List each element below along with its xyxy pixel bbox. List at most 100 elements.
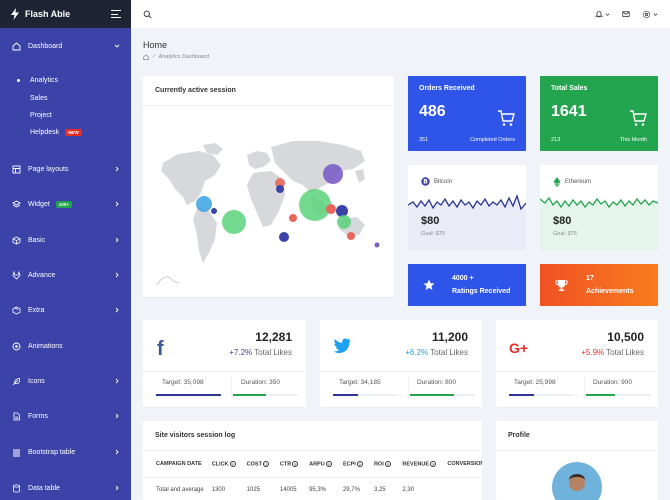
orders-received-card: Orders Received 486 351 Completed Orders	[408, 76, 526, 151]
social-label: Total Likes	[254, 348, 292, 357]
twitter-stats-card: 11,200 +6.2% Total Likes Target: 34,185 …	[320, 320, 482, 407]
sidebar-item-forms[interactable]: Forms	[0, 407, 131, 425]
messages-button[interactable]	[622, 10, 630, 18]
breadcrumb-current: Analytics Dashboard	[158, 54, 209, 60]
duration-label: Duration: 900	[593, 379, 633, 386]
bell-icon	[595, 11, 603, 18]
chevron-right-icon	[115, 449, 119, 455]
help-icon: ?	[430, 460, 436, 467]
sidebar-item-dashboard[interactable]: Dashboard	[0, 37, 131, 55]
total-sales-card: Total Sales 1641 213 This Month	[540, 76, 658, 151]
column-header: CONVERSIONS	[447, 460, 482, 467]
ethereum-sparkline	[540, 196, 658, 250]
progress-fill	[586, 394, 616, 396]
help-icon: ?	[292, 460, 299, 467]
card-title: Currently active session	[143, 76, 394, 106]
sidebar-item-widget[interactable]: Widget 100+	[0, 195, 131, 213]
sidebar-item-bootstrap-table[interactable]: Bootstrap table	[0, 443, 131, 461]
chevron-right-icon	[115, 485, 119, 491]
coin-price: $80	[553, 215, 572, 227]
brand-bar: Flash Able	[0, 0, 131, 28]
breadcrumb: Home / Analytics Dashboard	[143, 40, 209, 60]
card-title: Total Sales	[551, 85, 588, 92]
column-header: REVENUE?	[398, 451, 443, 477]
target-label: Target: 34,185	[339, 379, 381, 386]
duration-label: Duration: 350	[241, 379, 281, 386]
sales-count: 213	[551, 137, 561, 143]
session-log-table: CAMPAIGN DATE CLICK? COST? CTR? ARPU? EC…	[143, 451, 482, 500]
breadcrumb-separator: /	[153, 54, 155, 60]
session-bubbles	[196, 164, 380, 248]
subitem-label: Project	[30, 111, 52, 119]
table-cell: 14005	[275, 476, 306, 500]
table-cell: 2,30	[398, 476, 444, 500]
target-label: Target: 25,998	[514, 379, 556, 386]
home-icon[interactable]	[143, 54, 149, 60]
progress-fill	[233, 394, 266, 396]
chevron-right-icon	[115, 272, 119, 278]
progress-fill	[156, 394, 221, 396]
sidebar-subitem-helpdesk[interactable]: Helpdesk NEW	[0, 125, 131, 139]
card-title: Orders Received	[419, 85, 475, 92]
subitem-label: Sales	[30, 94, 48, 102]
new-badge: NEW	[65, 128, 82, 136]
column-label: REVENUE	[402, 460, 429, 467]
duration-progress	[410, 394, 475, 396]
column-header: CTR?	[276, 451, 305, 477]
table-cell: 1025	[242, 476, 276, 500]
sidebar-item-label: Data table	[28, 484, 60, 492]
hamburger-menu-icon[interactable]	[111, 10, 121, 18]
help-icon: ?	[262, 460, 269, 467]
social-change: +6.2%	[405, 348, 429, 357]
facebook-stats-card: f 12,281 +7.2% Total Likes Target: 35,09…	[143, 320, 306, 407]
settings-dropdown[interactable]	[642, 10, 658, 19]
brand-name: Flash Able	[25, 9, 71, 19]
sidebar-item-animations[interactable]: Animations	[0, 337, 131, 355]
sidebar-item-extra[interactable]: Extra	[0, 301, 131, 319]
table-cell: 3,25	[369, 476, 399, 500]
social-label: Total Likes	[430, 348, 468, 357]
ratings-card: 4000 + Ratings Received	[408, 264, 526, 306]
google-plus-icon: G+	[509, 340, 529, 356]
column-header: ECPI?	[339, 451, 370, 477]
sidebar-item-page-layouts[interactable]: Page layouts	[0, 160, 131, 178]
help-icon: ?	[356, 460, 363, 467]
sidebar-item-data-table[interactable]: Data table	[0, 479, 131, 497]
column-header: ARPU?	[305, 451, 339, 477]
sidebar-item-advance[interactable]: Advance	[0, 266, 131, 284]
subitem-label: Helpdesk	[30, 128, 60, 136]
bitcoin-card: B Bitcoin $80 Goal: $75	[408, 165, 526, 250]
notifications-dropdown[interactable]	[595, 10, 610, 18]
orders-count: 351	[419, 137, 429, 143]
sidebar-subitem-project[interactable]: Project	[0, 108, 131, 122]
sidebar-item-icons[interactable]: Icons	[0, 372, 131, 390]
search-icon[interactable]	[143, 10, 152, 19]
sidebar-item-label: Icons	[28, 377, 45, 385]
card-title: Site visitors session log	[143, 421, 482, 451]
coin-goal: Goal: $75	[421, 231, 445, 237]
sidebar-subitem-sales[interactable]: Sales	[0, 91, 131, 105]
duration-progress	[586, 394, 651, 396]
sidebar-item-label: Forms	[28, 412, 48, 420]
chevron-right-icon	[115, 201, 119, 207]
file-text-icon	[12, 412, 21, 421]
target-progress	[509, 394, 574, 396]
sidebar-item-basic[interactable]: Basic	[0, 231, 131, 249]
box-icon	[12, 236, 21, 245]
topbar	[131, 0, 670, 28]
duration-label: Duration: 800	[417, 379, 457, 386]
column-label: ARPU	[309, 460, 325, 467]
progress-fill	[509, 394, 534, 396]
column-label: CTR	[279, 460, 292, 467]
sidebar-item-label: Widget	[28, 200, 50, 208]
chevron-right-icon	[115, 307, 119, 313]
column-label: CLICK	[211, 460, 229, 467]
help-icon: ?	[325, 460, 332, 467]
trophy-icon	[555, 279, 568, 291]
home-icon	[12, 41, 21, 51]
ratings-value: 4000 +	[452, 275, 474, 282]
table-header-row: CAMPAIGN DATE CLICK? COST? CTR? ARPU? EC…	[143, 451, 482, 477]
page-title: Home	[143, 40, 168, 50]
sidebar-subitem-analytics[interactable]: Analytics	[0, 73, 131, 87]
duration-progress	[233, 394, 298, 396]
